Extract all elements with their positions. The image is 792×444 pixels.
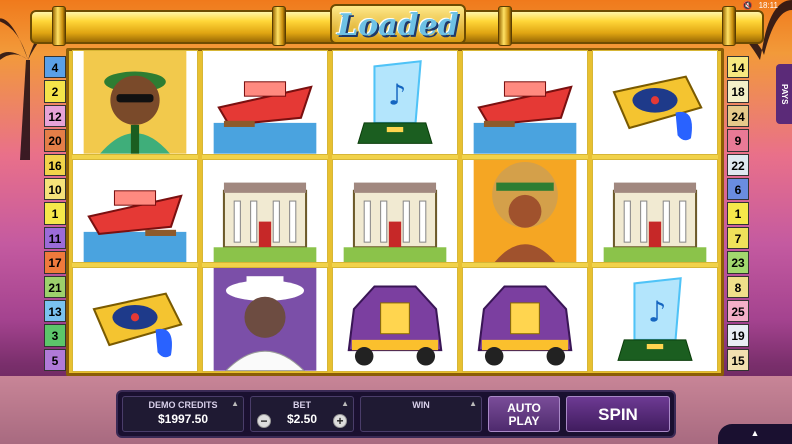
- limo-icon: [347, 285, 443, 366]
- payline-badge[interactable]: 8: [727, 275, 749, 298]
- bet-label: BET: [293, 400, 311, 410]
- win-panel: ▲ WIN: [360, 396, 482, 432]
- autoplay-label-line2: PLAY: [508, 414, 540, 428]
- payline-badge[interactable]: 11: [44, 226, 66, 250]
- bet-increase-button[interactable]: +: [333, 414, 347, 428]
- payline-badge[interactable]: 14: [727, 56, 749, 79]
- payline-indicators-right: 14 18 24 9 22 6 1 7 23 8 25 19 15: [727, 56, 749, 372]
- music-award-icon: ♪: [617, 277, 693, 362]
- turntable-symbol: [592, 50, 718, 155]
- pays-tab[interactable]: PAYS: [776, 64, 792, 124]
- payline-badge[interactable]: 22: [727, 153, 749, 176]
- yacht-symbol: [72, 158, 198, 264]
- payline-badge[interactable]: 12: [44, 104, 66, 128]
- music-award-symbol: ♪: [592, 267, 718, 373]
- turntable-symbol: [72, 267, 198, 373]
- credits-value: $1997.50: [157, 412, 209, 426]
- payline-badge[interactable]: 4: [44, 56, 66, 79]
- status-bar: 🔇 18:11: [743, 1, 778, 10]
- game-logo: Loaded: [330, 4, 466, 44]
- payline-badge[interactable]: 3: [44, 324, 66, 347]
- payline-badge[interactable]: 24: [727, 104, 749, 128]
- pipe-joint-center-right: [498, 6, 512, 46]
- payline-badge[interactable]: 18: [727, 80, 749, 103]
- payline-badge[interactable]: 23: [727, 251, 749, 274]
- diva-icon: [473, 159, 577, 263]
- limo-icon: [477, 285, 573, 366]
- yacht-symbol: [462, 50, 588, 155]
- payline-badge[interactable]: 10: [44, 177, 66, 201]
- yacht-symbol: [202, 50, 328, 155]
- bet-panel: ▲ BET $2.50 − +: [250, 396, 354, 432]
- rapper-icon: [213, 268, 317, 372]
- caret-up-icon: ▲: [231, 399, 239, 408]
- pipe-joint-left: [52, 6, 66, 46]
- big-man-symbol: [72, 50, 198, 155]
- reels-area: ♪ ♪: [72, 50, 718, 373]
- diva-symbol: [462, 158, 588, 264]
- payline-badge[interactable]: 9: [727, 129, 749, 152]
- payline-badge[interactable]: 1: [44, 202, 66, 225]
- payline-badge[interactable]: 6: [727, 177, 749, 201]
- bet-decrease-button[interactable]: −: [257, 414, 271, 428]
- music-award-icon: ♪: [357, 60, 433, 144]
- payline-badge[interactable]: 19: [727, 324, 749, 347]
- limo-symbol: [332, 267, 458, 373]
- reel-4: [462, 50, 588, 373]
- caret-up-icon: ▲: [341, 399, 349, 408]
- svg-text:♪: ♪: [388, 77, 406, 111]
- limo-symbol: [462, 267, 588, 373]
- mansion-icon: [213, 182, 317, 263]
- clock-time: 18:11: [758, 1, 778, 10]
- reel-1: [72, 50, 198, 373]
- menu-expand-icon[interactable]: ▲: [718, 424, 792, 444]
- reel-3: ♪: [332, 50, 458, 373]
- win-label: WIN: [412, 400, 430, 410]
- payline-badge[interactable]: 15: [727, 348, 749, 372]
- payline-badge[interactable]: 21: [44, 275, 66, 298]
- payline-badge[interactable]: 2: [44, 80, 66, 103]
- payline-badge[interactable]: 25: [727, 299, 749, 323]
- credits-panel[interactable]: ▲ DEMO CREDITS $1997.50: [122, 396, 244, 432]
- payline-badge[interactable]: 13: [44, 299, 66, 323]
- yacht-icon: [83, 189, 187, 263]
- payline-indicators-left: 4 2 12 20 16 10 1 11 17 21 13 3 5: [44, 56, 66, 372]
- yacht-icon: [213, 81, 317, 154]
- mansion-symbol: [592, 158, 718, 264]
- payline-badge[interactable]: 20: [44, 129, 66, 152]
- big-man-icon: [83, 51, 187, 154]
- mansion-symbol: [202, 158, 328, 264]
- turntable-icon: [92, 292, 183, 358]
- mansion-symbol: [332, 158, 458, 264]
- payline-badge[interactable]: 7: [727, 226, 749, 250]
- mansion-icon: [603, 182, 707, 263]
- caret-up-icon: ▲: [469, 399, 477, 408]
- payline-badge[interactable]: 16: [44, 153, 66, 176]
- turntable-icon: [612, 75, 703, 141]
- rapper-symbol: [202, 267, 328, 373]
- pipe-joint-center-left: [272, 6, 286, 46]
- mansion-icon: [343, 182, 447, 263]
- autoplay-button[interactable]: AUTO PLAY: [488, 396, 560, 432]
- yacht-icon: [473, 81, 577, 154]
- payline-badge[interactable]: 1: [727, 202, 749, 225]
- payline-badge[interactable]: 17: [44, 251, 66, 274]
- credits-label: DEMO CREDITS: [148, 400, 218, 410]
- spin-button[interactable]: SPIN: [566, 396, 670, 432]
- reel-5: ♪: [592, 50, 718, 373]
- music-award-symbol: ♪: [332, 50, 458, 155]
- payline-badge[interactable]: 5: [44, 348, 66, 372]
- svg-text:♪: ♪: [648, 295, 666, 329]
- speaker-mute-icon[interactable]: 🔇: [743, 1, 753, 10]
- pipe-joint-right: [722, 6, 736, 46]
- reel-2: [202, 50, 328, 373]
